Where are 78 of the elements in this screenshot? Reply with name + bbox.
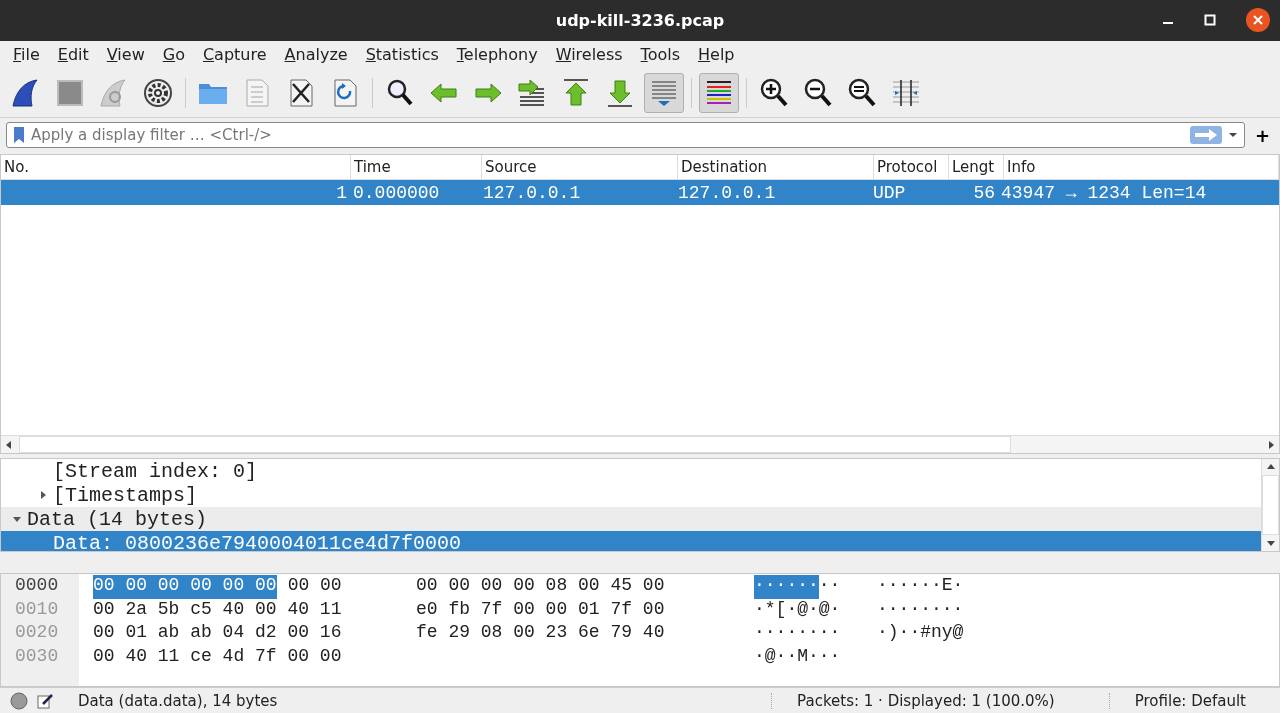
scroll-left-icon[interactable] [5,439,13,450]
table-cell-text: 1 [335,182,348,203]
ascii-text[interactable]: ·· [818,575,841,599]
ascii-text[interactable]: ·)··#ny@ [877,622,964,646]
menu-item[interactable]: Wireless [546,44,632,64]
hex-bytes[interactable]: 00 00 00 00 00 00 [93,575,277,599]
display-filter-field[interactable]: Apply a display filter … <Ctrl-/> [31,126,1184,144]
offset-label: 0000 [14,575,60,597]
menu-item[interactable]: Telephony [447,44,547,64]
column-header[interactable]: Info [1004,155,1279,179]
menu-item[interactable]: Help [689,44,744,64]
hex-bytes[interactable]: 00 2a 5b c5 40 00 40 11 [93,598,342,622]
column-header[interactable]: Destination [678,155,874,179]
resize-columns-icon [890,77,922,109]
table-cell-text: 43947 → 1234 Len=14 [1000,182,1208,203]
menu-item[interactable]: View [97,44,154,64]
expanded-arrow-icon[interactable] [12,515,22,523]
scrollbar-thumb[interactable] [19,436,1011,453]
stop-icon [54,77,86,109]
menu-item[interactable]: File [4,44,49,64]
table-cell-text: 0.000000 [352,182,441,203]
hex-bytes[interactable]: 00 40 11 ce 4d 7f 00 00 [93,645,342,669]
packet-count-text: Packets: 1 · Displayed: 1 (100.0%) [796,691,1056,710]
gear-icon [142,77,174,109]
zoom-out-icon [802,77,834,109]
window-title: udp-kill-3236.pcap [555,11,725,30]
filter-bar[interactable]: Apply a display filter … <Ctrl-/> [6,122,1245,148]
hex-bytes[interactable]: 00 01 ab ab 04 d2 00 16 [93,622,342,646]
table-cell-text: 127.0.0.1 [677,182,777,203]
packet-row[interactable]: 1 0.000000 127.0.0.1 127.0.0.1 UDP 56 43947 → 1234 Len=14 [1,180,1279,205]
close-icon[interactable] [1246,8,1270,32]
status-text: Data (data.data), 14 bytes [78,691,279,710]
offset-label: 0020 [14,622,60,644]
scroll-up-icon[interactable] [1265,463,1276,471]
column-header[interactable]: Protocol [874,155,949,179]
dropdown-caret-icon[interactable] [1227,131,1238,139]
hex-bytes[interactable]: fe 29 08 00 23 6e 79 40 [416,622,665,646]
hex-bytes[interactable]: 00 00 [287,575,342,599]
ascii-text[interactable]: ·@··M··· [754,645,841,669]
colorize-button[interactable] [699,73,739,113]
maximize-icon[interactable] [1204,14,1216,26]
scroll-down-icon[interactable] [1265,539,1276,547]
zoom-reset-icon [846,77,878,109]
offset-label: 0030 [14,645,60,668]
profile-text[interactable]: Profile: Default [1118,691,1270,710]
table-cell-text: 56 [972,182,996,203]
menu-item[interactable]: Statistics [356,44,448,64]
offset-label: 0010 [14,598,60,621]
menu-item[interactable]: Edit [48,44,98,64]
menu-item[interactable]: Tools [631,44,690,64]
menu-item[interactable]: Capture [193,44,276,64]
column-header[interactable]: No. [1,155,351,179]
menu-item[interactable]: Analyze [275,44,357,64]
ascii-text[interactable]: ······E· [877,575,964,599]
zoom-in-icon [758,77,790,109]
column-header[interactable]: Lengt [949,155,1004,179]
column-header[interactable]: Source [482,155,678,179]
tree-item[interactable]: [Timestamps] [1,483,1261,507]
tree-item[interactable]: [Stream index: 0] [1,459,1261,483]
ascii-text[interactable]: ······ [754,575,819,599]
tree-item[interactable]: Data: 0800236e7940004011ce4d7f0000 [1,531,1261,551]
hex-bytes[interactable]: 00 00 00 00 08 00 45 00 [416,575,665,599]
add-filter-button[interactable]: + [1250,124,1274,146]
hex-bytes[interactable]: e0 fb 7f 00 00 01 7f 00 [416,598,665,622]
table-cell-text: 127.0.0.1 [482,182,582,203]
edit-note-icon[interactable] [36,691,54,710]
scrollbar-thumb[interactable] [1262,475,1279,535]
table-cell-text: UDP [872,182,907,203]
collapsed-arrow-icon[interactable] [39,490,47,500]
menu-item[interactable]: Go [153,44,194,64]
tree-item[interactable]: Data (14 bytes) [1,507,1261,531]
ascii-text[interactable]: ········ [754,622,841,646]
ascii-text[interactable]: ·*[·@·@· [754,598,841,622]
scroll-right-icon[interactable] [1267,439,1275,450]
bookmark-icon[interactable] [13,126,25,144]
column-header[interactable]: Time [351,155,482,179]
ascii-text[interactable]: ········ [877,598,964,622]
status-circle-icon[interactable] [10,691,28,710]
